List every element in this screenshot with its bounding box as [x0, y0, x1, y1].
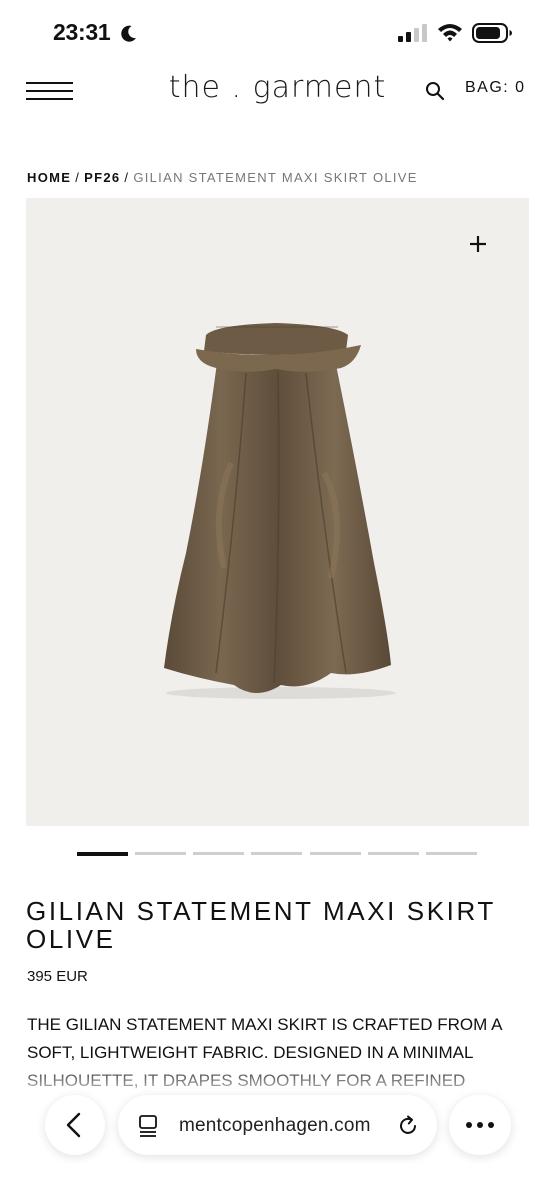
menu-line: [26, 82, 73, 84]
breadcrumb-home[interactable]: HOME: [27, 170, 71, 185]
back-button[interactable]: [45, 1095, 105, 1155]
hamburger-menu-icon[interactable]: [26, 81, 74, 103]
pager-dot[interactable]: [251, 852, 302, 855]
breadcrumb-separator: /: [75, 170, 81, 185]
tabs-icon[interactable]: [138, 1115, 158, 1137]
breadcrumb: HOME / PF26/GILIAN STATEMENT MAXI SKIRT OL…: [27, 170, 418, 185]
product-image[interactable]: [26, 198, 529, 826]
status-time: 23:31: [53, 19, 111, 45]
olive-skirt-image: [164, 323, 396, 699]
pager-dot[interactable]: [426, 852, 477, 855]
breadcrumb-current: GILIAN STATEMENT MAXI SKIRT OLIVE: [133, 170, 418, 185]
product-title: GILIAN STATEMENT MAXI SKIRT OLIVE: [26, 896, 496, 954]
address-bar[interactable]: mentcopenhagen.com: [118, 1095, 437, 1155]
url-text[interactable]: mentcopenhagen.com: [179, 1115, 371, 1137]
reload-icon[interactable]: [396, 1114, 420, 1138]
breadcrumb-separator: /: [124, 170, 130, 185]
browser-toolbar: mentcopenhagen.com: [0, 1090, 555, 1160]
moon-icon: [121, 25, 136, 42]
battery-icon: [472, 23, 512, 43]
status-bar: 23:31: [0, 0, 555, 66]
bag-link[interactable]: BAG: 0: [465, 79, 526, 97]
cellular-signal-icon: [398, 24, 427, 42]
menu-line: [26, 98, 73, 100]
pager-dot[interactable]: [135, 852, 186, 855]
plus-icon[interactable]: [466, 232, 490, 256]
menu-line: [26, 90, 73, 92]
site-header: the . garment BAG: 0: [0, 66, 555, 126]
more-icon: [466, 1122, 494, 1128]
back-chevron-icon: [66, 1112, 81, 1138]
pager-dot[interactable]: [310, 852, 361, 855]
breadcrumb-pf26[interactable]: PF26: [84, 170, 120, 185]
pager-dot[interactable]: [193, 852, 244, 855]
pager-dot[interactable]: [368, 852, 419, 855]
site-logo[interactable]: the . garment: [160, 70, 395, 105]
wifi-icon: [438, 24, 462, 42]
product-price: 395 EUR: [27, 968, 88, 985]
more-button[interactable]: [449, 1095, 511, 1155]
search-icon[interactable]: [424, 80, 446, 102]
pager-dot[interactable]: [77, 851, 128, 856]
